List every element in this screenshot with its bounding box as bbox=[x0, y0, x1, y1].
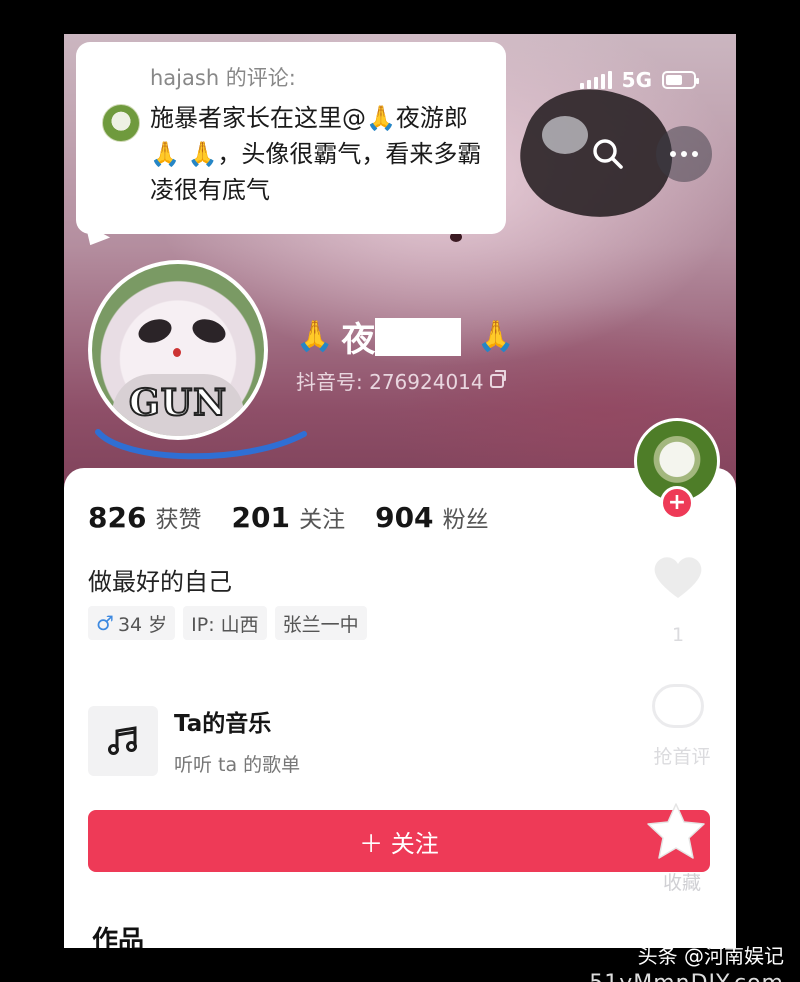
plus-icon[interactable]: + bbox=[660, 486, 694, 520]
like-count: 1 bbox=[671, 624, 685, 646]
battery-icon bbox=[662, 71, 699, 89]
avatar-caption: GUN bbox=[128, 381, 228, 425]
signal-icon bbox=[579, 71, 612, 89]
annotation-underline bbox=[95, 429, 307, 460]
avatar-eye-left bbox=[135, 315, 175, 347]
watermark-site: 51yMmnDIY.com bbox=[589, 971, 784, 982]
stat-value: 826 bbox=[88, 501, 147, 534]
stat-following[interactable]: 201 关注 bbox=[232, 500, 346, 534]
watermark-source: 头条 @河南娱记 bbox=[637, 944, 784, 968]
nickname-redaction bbox=[375, 317, 462, 356]
tag-gender-age-text: 34 岁 bbox=[117, 613, 168, 636]
tag-ip: IP: 山西 bbox=[183, 606, 267, 640]
comment-icon[interactable] bbox=[652, 684, 704, 728]
profile-stats: 826 获赞 201 关注 904 粉丝 bbox=[88, 500, 489, 534]
douyin-id[interactable]: 抖音号: 276924014 bbox=[296, 366, 506, 395]
search-icon bbox=[593, 139, 623, 169]
tag-gender-age: ♂ 34 岁 bbox=[88, 606, 176, 640]
follow-button[interactable]: ＋ 关注 bbox=[88, 810, 710, 872]
avatar-mouth bbox=[173, 348, 181, 357]
favorite-label: 收藏 bbox=[662, 872, 701, 894]
profile-avatar[interactable]: GUN bbox=[88, 260, 268, 440]
tag-school[interactable]: 张兰一中 bbox=[274, 606, 367, 640]
profile-bio: 做最好的自己 bbox=[88, 568, 232, 596]
comment-bubble: hajash 的评论: 施暴者家长在这里@🙏夜游郎🙏 🙏，头像很霸气，看来多霸凌… bbox=[76, 42, 506, 234]
comment-header: hajash 的评论: bbox=[150, 66, 296, 90]
comment-text: 施暴者家长在这里@🙏夜游郎🙏 🙏，头像很霸气，看来多霸凌很有底气 bbox=[150, 104, 482, 204]
nickname-text: 夜 bbox=[341, 320, 376, 360]
avatar-eye-right bbox=[189, 315, 229, 347]
stat-value: 904 bbox=[375, 501, 434, 534]
works-heading[interactable]: 作品 bbox=[92, 920, 144, 948]
stat-label: 获赞 bbox=[155, 507, 202, 533]
phone-screen: 5G hajash 的评论: 施暴者家长在这里@🙏夜游郎🙏 🙏，头像很霸气，看来… bbox=[64, 34, 736, 948]
male-icon: ♂ bbox=[96, 611, 114, 635]
avatar-image: GUN bbox=[92, 264, 264, 436]
profile-nickname: 🙏 夜 🙏 bbox=[296, 312, 515, 361]
copy-icon[interactable] bbox=[489, 369, 506, 388]
stat-label: 关注 bbox=[299, 507, 346, 533]
stat-followers[interactable]: 904 粉丝 bbox=[375, 500, 489, 534]
music-title: Ta的音乐 bbox=[174, 711, 272, 737]
pray-hands-icon: 🙏 bbox=[477, 319, 515, 354]
network-label: 5G bbox=[621, 68, 652, 92]
search-button[interactable] bbox=[580, 126, 636, 182]
watermark: 头条 @河南娱记 51yMmnDIY.com bbox=[589, 940, 784, 982]
profile-tags: ♂ 34 岁 IP: 山西 张兰一中 bbox=[88, 606, 367, 640]
stat-value: 201 bbox=[231, 501, 290, 534]
profile-sheet: 826 获赞 201 关注 904 粉丝 做最好的自己 ♂ 34 岁 IP: 山… bbox=[64, 468, 736, 948]
more-icon bbox=[670, 151, 698, 157]
pray-hands-icon: 🙏 bbox=[296, 319, 334, 354]
heart-icon[interactable] bbox=[652, 554, 704, 600]
commenter-avatar bbox=[102, 104, 140, 142]
stat-likes[interactable]: 826 获赞 bbox=[88, 500, 202, 534]
music-entry[interactable]: Ta的音乐 听听 ta 的歌单 bbox=[88, 704, 300, 777]
star-icon[interactable] bbox=[646, 802, 706, 860]
more-button[interactable] bbox=[656, 126, 712, 182]
music-note-icon bbox=[108, 725, 137, 755]
status-bar: 5G bbox=[579, 68, 699, 92]
comment-label: 抢首评 bbox=[653, 746, 711, 768]
music-icon-box bbox=[88, 705, 158, 776]
music-subtitle: 听听 ta 的歌单 bbox=[174, 754, 301, 776]
douyin-id-text: 抖音号: 276924014 bbox=[296, 370, 484, 394]
stat-label: 粉丝 bbox=[442, 507, 489, 533]
